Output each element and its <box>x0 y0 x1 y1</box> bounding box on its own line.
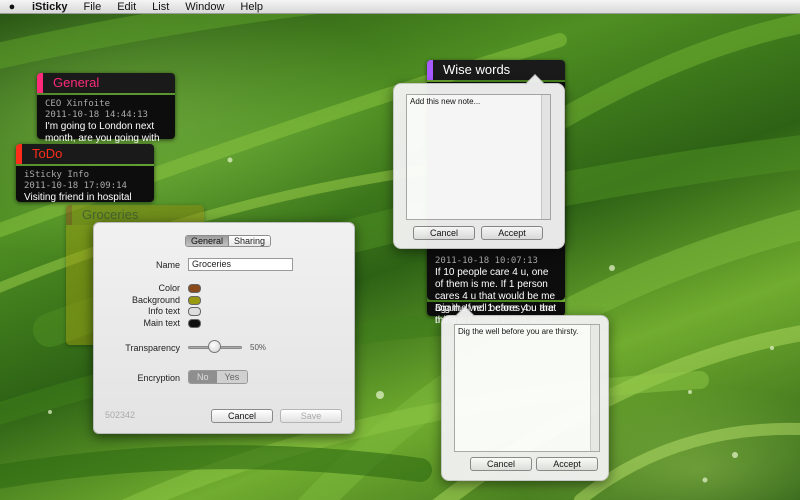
note-date: 2011-10-18 10:07:13 <box>435 256 538 266</box>
note-author: CEO Xinfoite <box>45 99 111 109</box>
encryption-no-button[interactable]: No <box>189 371 217 383</box>
menu-help[interactable]: Help <box>232 0 271 14</box>
transparency-value: 50% <box>250 343 267 352</box>
scrollbar[interactable] <box>590 325 599 451</box>
info-text-swatch[interactable] <box>188 307 201 316</box>
note-title-text: General <box>53 75 100 90</box>
edit-note-editor: Dig the well before you are thirsty. Can… <box>441 306 609 481</box>
main-text-label: Main text <box>143 318 180 328</box>
note-title-text: Groceries <box>82 207 139 222</box>
save-button[interactable]: Save <box>280 409 342 423</box>
name-label: Name <box>155 260 180 270</box>
encryption-yes-button[interactable]: Yes <box>216 371 248 383</box>
accept-button[interactable]: Accept <box>481 226 543 240</box>
note-date: 2011-10-18 17:09:14 <box>24 181 127 191</box>
cancel-button[interactable]: Cancel <box>413 226 475 240</box>
accept-button[interactable]: Accept <box>536 457 598 471</box>
note-body[interactable]: iSticky Info 2011-10-18 17:09:14 Visitin… <box>16 166 154 203</box>
settings-tabs: General Sharing <box>185 235 272 247</box>
info-text-label: Info text <box>147 306 180 316</box>
note-title[interactable]: General <box>37 73 175 93</box>
transparency-slider-knob[interactable] <box>208 340 221 353</box>
apple-icon[interactable]: ● <box>0 1 24 13</box>
note-title[interactable]: ToDo <box>16 144 154 164</box>
note-title-text: ToDo <box>32 146 63 161</box>
menu-app-isticky[interactable]: iSticky <box>24 0 75 14</box>
menu-list[interactable]: List <box>144 0 177 14</box>
name-field[interactable]: Groceries <box>188 258 293 271</box>
tab-sharing[interactable]: Sharing <box>229 236 271 246</box>
note-settings-panel: General Sharing Name Groceries Color Bac… <box>93 222 355 434</box>
color-swatch[interactable] <box>188 284 201 293</box>
tab-general[interactable]: General <box>186 236 230 246</box>
note-text-area[interactable]: Add this new note... <box>406 94 551 220</box>
menu-window[interactable]: Window <box>177 0 232 14</box>
background-swatch[interactable] <box>188 296 201 305</box>
note-author: iSticky Info <box>24 170 90 180</box>
note-body-2[interactable]: Dig the well before you are thirsty. <box>427 302 565 326</box>
menu-file[interactable]: File <box>75 0 109 14</box>
note-text-area[interactable]: Dig the well before you are thirsty. <box>454 324 600 452</box>
background-label: Background <box>131 295 180 305</box>
note-title[interactable]: Wise words <box>427 60 565 80</box>
encryption-toggle: No Yes <box>188 370 249 384</box>
note-date: 2011-10-18 14:44:13 <box>45 110 148 120</box>
transparency-label: Transparency <box>125 343 180 353</box>
menu-edit[interactable]: Edit <box>109 0 144 14</box>
note-text: Visiting friend in hospital <box>24 192 132 203</box>
new-note-editor: Add this new note... Cancel Accept <box>393 74 565 249</box>
color-label: Color <box>158 283 180 293</box>
main-text-swatch[interactable] <box>188 319 201 328</box>
cancel-button[interactable]: Cancel <box>211 409 273 423</box>
cancel-button[interactable]: Cancel <box>470 457 532 471</box>
note-general[interactable]: General CEO Xinfoite 2011-10-18 14:44:13… <box>37 73 175 156</box>
note-todo[interactable]: ToDo iSticky Info 2011-10-18 17:09:14 Vi… <box>16 144 154 203</box>
encryption-label: Encryption <box>137 373 180 383</box>
scrollbar[interactable] <box>541 95 550 219</box>
menu-bar: ● iSticky File Edit List Window Help <box>0 0 800 14</box>
note-body[interactable]: CEO Xinfoite 2011-10-18 14:44:13 I'm goi… <box>37 95 175 156</box>
note-title-text: Wise words <box>443 62 511 77</box>
note-id: 502342 <box>105 410 136 420</box>
